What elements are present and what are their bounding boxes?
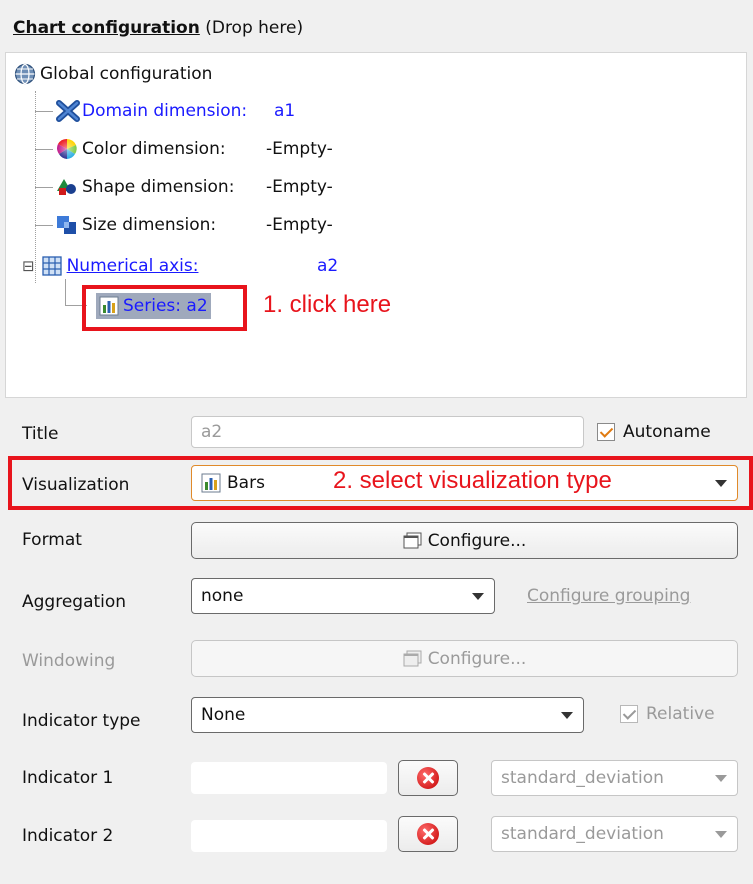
tree-node-label: Shape dimension:	[82, 177, 235, 197]
tree-node-label: Numerical axis:	[66, 256, 199, 276]
relative-check-box[interactable]	[620, 705, 638, 723]
tree-node-domain-dimension[interactable]: Domain dimension: a1	[56, 96, 295, 126]
globe-icon	[14, 63, 36, 85]
panel-title: Chart configuration (Drop here)	[13, 18, 303, 38]
indicator-type-select[interactable]: None	[191, 697, 584, 733]
aggregation-label: Aggregation	[22, 592, 127, 612]
configure-grouping-link[interactable]: Configure grouping	[527, 586, 690, 606]
windowing-label: Windowing	[22, 651, 116, 671]
window-icon	[403, 532, 423, 550]
tree-node-value: a2	[317, 256, 339, 276]
indicator-1-clear-button[interactable]	[398, 760, 458, 796]
chevron-down-icon	[715, 831, 727, 838]
tree-guide-line	[35, 111, 53, 112]
tree-guide-line	[65, 279, 66, 305]
tree-node-numerical-axis[interactable]: ⊟ Numerical axis: a2	[22, 251, 338, 281]
chevron-down-icon	[715, 480, 727, 487]
color-wheel-icon	[56, 138, 78, 160]
format-configure-button[interactable]: Configure...	[191, 522, 738, 559]
relative-label: Relative	[646, 704, 715, 724]
tree-guide-line	[35, 149, 53, 150]
relative-checkbox[interactable]: Relative	[620, 704, 715, 724]
panel-title-hint: (Drop here)	[199, 18, 304, 38]
tree-node-shape-dimension[interactable]: Shape dimension: -Empty-	[56, 172, 333, 202]
cross-axes-icon	[56, 100, 80, 122]
title-label: Title	[22, 424, 59, 444]
tree-node-global[interactable]: Global configuration	[14, 59, 212, 89]
indicator-1-input[interactable]	[191, 762, 387, 794]
format-configure-label: Configure...	[427, 530, 527, 551]
bar-chart-icon	[201, 473, 221, 493]
indicator-type-label: Indicator type	[22, 711, 141, 731]
tree-node-value: -Empty-	[266, 139, 333, 159]
aggregation-select[interactable]: none	[191, 578, 495, 614]
visualization-label: Visualization	[22, 475, 130, 495]
format-label: Format	[22, 530, 82, 550]
title-input[interactable]: a2	[191, 416, 584, 448]
tree-node-value: -Empty-	[266, 177, 333, 197]
autoname-label: Autoname	[623, 422, 711, 442]
annotation-step-1: 1. click here	[263, 291, 392, 318]
chart-config-tree[interactable]: Global configuration Domain dimension: a…	[5, 52, 747, 398]
chevron-down-icon	[472, 593, 484, 600]
chevron-down-icon	[561, 712, 573, 719]
visualization-value: Bars	[227, 473, 265, 493]
indicator-2-select-value: standard_deviation	[501, 824, 664, 844]
autoname-checkbox[interactable]: Autoname	[597, 422, 711, 442]
tree-guide-line	[35, 225, 53, 226]
tree-node-color-dimension[interactable]: Color dimension: -Empty-	[56, 134, 333, 164]
grid-axis-icon	[41, 255, 63, 277]
indicator-1-label: Indicator 1	[22, 768, 114, 788]
indicator-type-value: None	[201, 705, 246, 725]
tree-node-label: Size dimension:	[82, 215, 217, 235]
collapse-icon[interactable]: ⊟	[22, 257, 35, 275]
tree-node-label: Global configuration	[40, 64, 213, 84]
windowing-configure-button[interactable]: Configure...	[191, 640, 738, 677]
window-icon	[403, 650, 423, 668]
chevron-down-icon	[715, 775, 727, 782]
indicator-2-label: Indicator 2	[22, 826, 114, 846]
clear-icon	[417, 823, 439, 845]
tree-node-label: Color dimension:	[82, 139, 226, 159]
clear-icon	[417, 767, 439, 789]
tree-node-value: a1	[274, 101, 296, 121]
autoname-check-box[interactable]	[597, 423, 615, 441]
tree-node-value: -Empty-	[266, 215, 333, 235]
tree-guide-line	[35, 187, 53, 188]
panel-title-bold: Chart configuration	[13, 18, 200, 38]
indicator-2-clear-button[interactable]	[398, 816, 458, 852]
tree-node-size-dimension[interactable]: Size dimension: -Empty-	[56, 210, 333, 240]
indicator-2-input[interactable]	[191, 820, 387, 852]
size-icon	[56, 214, 78, 236]
indicator-1-select[interactable]: standard_deviation	[491, 760, 738, 796]
shapes-icon	[56, 176, 78, 198]
indicator-1-select-value: standard_deviation	[501, 768, 664, 788]
tree-node-label: Domain dimension:	[82, 101, 248, 121]
windowing-configure-label: Configure...	[427, 648, 527, 669]
aggregation-value: none	[201, 586, 244, 606]
highlight-box-series	[82, 285, 247, 331]
annotation-step-2: 2. select visualization type	[333, 467, 612, 494]
indicator-2-select[interactable]: standard_deviation	[491, 816, 738, 852]
